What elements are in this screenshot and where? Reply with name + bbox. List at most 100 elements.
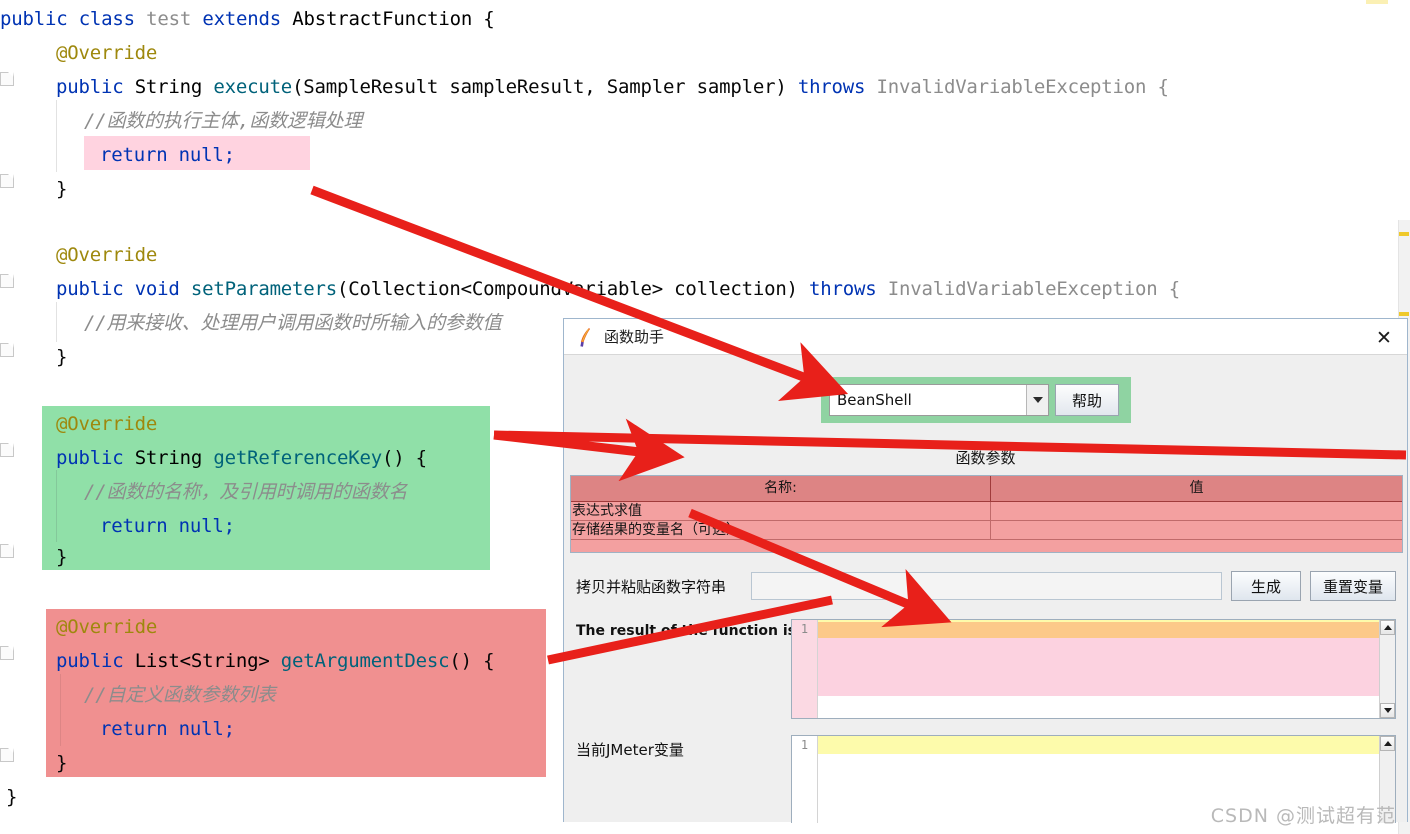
scroll-up-icon[interactable]: [1380, 736, 1395, 751]
code-line: @Override: [56, 610, 157, 644]
code-token: void: [134, 278, 191, 300]
column-header-name: 名称:: [571, 476, 991, 501]
jmeter-feather-icon: [576, 327, 594, 347]
code-token: test: [146, 8, 203, 30]
code-line: @Override: [56, 238, 157, 272]
code-token: return null;: [100, 144, 235, 166]
code-token: return null;: [100, 515, 235, 537]
code-line: public String execute(SampleResult sampl…: [56, 70, 1169, 104]
code-line: }: [56, 340, 67, 374]
code-line: public List<String> getArgumentDesc() {: [56, 644, 495, 678]
variables-label: 当前JMeter变量: [576, 741, 684, 759]
result-textarea[interactable]: 1: [791, 619, 1396, 719]
code-line: }: [6, 780, 17, 814]
close-icon[interactable]: ✕: [1373, 327, 1395, 349]
function-select[interactable]: BeanShell: [829, 384, 1049, 416]
code-line: //函数的名称，及引用时调用的函数名: [84, 475, 407, 509]
code-line: //自定义函数参数列表: [84, 678, 276, 712]
code-token: getReferenceKey: [213, 447, 382, 469]
function-select-value: BeanShell: [837, 391, 912, 409]
dialog-title: 函数助手: [604, 328, 665, 346]
code-token: }: [56, 546, 68, 568]
gutter-fold-icon[interactable]: [0, 443, 14, 457]
copy-paste-label: 拷贝并粘贴函数字符串: [576, 577, 727, 596]
code-token: @Override: [56, 42, 158, 64]
code-token: public: [0, 8, 79, 30]
code-token: public: [56, 278, 135, 300]
gutter-fold-icon[interactable]: [0, 174, 14, 188]
params-title: 函数参数: [955, 449, 1016, 467]
annotation-pink-overlay: [818, 638, 1379, 696]
code-token: public: [56, 447, 135, 469]
indent-guide: [56, 100, 57, 172]
code-token: //用来接收、处理用户调用函数时所输入的参数值: [84, 312, 502, 334]
indent-guide: [56, 302, 57, 342]
code-token: () {: [381, 447, 427, 469]
scroll-down-icon[interactable]: [1380, 703, 1395, 718]
code-token: throws: [797, 76, 877, 98]
code-token: }: [56, 752, 68, 774]
variables-line-gutter: 1: [792, 736, 818, 823]
dialog-body: BeanShell 帮助 函数参数 名称: 值 表达式求值 存储结果的变量名（可…: [564, 355, 1407, 823]
indent-guide: [60, 674, 61, 746]
code-token: }: [6, 786, 18, 808]
params-table[interactable]: 名称: 值 表达式求值 存储结果的变量名（可选）: [570, 475, 1403, 553]
gutter-fold-icon[interactable]: [0, 72, 14, 86]
code-token: //函数的名称，及引用时调用的函数名: [84, 481, 408, 503]
code-line: public class test extends AbstractFuncti…: [0, 2, 495, 36]
code-token: AbstractFunction {: [292, 8, 495, 30]
code-line: //用来接收、处理用户调用函数时所输入的参数值: [84, 306, 501, 340]
code-token: @Override: [56, 616, 158, 638]
param-value[interactable]: [991, 521, 1402, 539]
code-token: throws: [809, 278, 888, 300]
param-value[interactable]: [991, 502, 1402, 520]
annotation-orange-overlay: [818, 622, 1379, 638]
code-line: public void setParameters(Collection<Com…: [56, 272, 1180, 306]
function-select-group: BeanShell 帮助: [821, 377, 1131, 423]
code-token: (SampleResult sampleResult, Sampler samp…: [292, 76, 798, 98]
generate-button[interactable]: 生成: [1230, 571, 1301, 601]
code-line: //函数的执行主体,函数逻辑处理: [84, 104, 362, 138]
column-header-value: 值: [1189, 480, 1204, 496]
code-token: execute: [213, 76, 293, 98]
code-line: return null;: [100, 138, 235, 172]
scroll-up-icon[interactable]: [1380, 620, 1395, 635]
gutter-fold-icon[interactable]: [0, 544, 14, 558]
function-helper-dialog[interactable]: 函数助手 ✕ BeanShell 帮助 函数参数 名称: 值 表达式求值 存储结…: [563, 318, 1408, 823]
code-token: String: [134, 76, 214, 98]
code-line: @Override: [56, 36, 157, 70]
result-content[interactable]: [818, 620, 1379, 718]
gutter-fold-icon[interactable]: [0, 646, 14, 660]
code-line: return null;: [100, 712, 235, 746]
gutter-fold-icon[interactable]: [0, 274, 14, 288]
watermark: CSDN @测试超有范: [1210, 805, 1396, 827]
result-label: The result of the function is: [576, 623, 796, 639]
code-line: @Override: [56, 407, 157, 441]
help-button[interactable]: 帮助: [1055, 384, 1119, 416]
indent-guide: [56, 470, 57, 542]
code-token: public: [56, 650, 135, 672]
function-string-input[interactable]: [751, 572, 1222, 600]
dialog-titlebar[interactable]: 函数助手 ✕: [564, 319, 1407, 355]
current-line-highlight: [818, 736, 1379, 754]
code-token: return null;: [100, 718, 235, 740]
code-token: }: [56, 346, 68, 368]
table-row[interactable]: 存储结果的变量名（可选）: [571, 521, 1402, 540]
code-token: class: [78, 8, 147, 30]
code-token: () {: [449, 650, 495, 672]
reset-variables-button[interactable]: 重置变量: [1309, 571, 1396, 601]
gutter-fold-icon[interactable]: [0, 748, 14, 762]
gutter-fold-icon[interactable]: [0, 343, 14, 357]
table-row[interactable]: 表达式求值: [571, 502, 1402, 521]
scroll-marker-top: [1366, 0, 1388, 4]
result-scrollbar[interactable]: [1379, 620, 1395, 718]
code-token: String: [134, 447, 214, 469]
copy-paste-row: 拷贝并粘贴函数字符串 生成 重置变量: [576, 570, 1396, 602]
chevron-down-icon[interactable]: [1026, 385, 1048, 415]
scroll-marker: [1399, 232, 1409, 236]
code-token: InvalidVariableException {: [876, 76, 1169, 98]
code-token: @Override: [56, 413, 158, 435]
params-table-header: 名称: 值: [571, 476, 1402, 502]
code-token: (Collection<CompoundVariable> collection…: [337, 278, 810, 300]
scroll-marker: [1399, 312, 1409, 316]
